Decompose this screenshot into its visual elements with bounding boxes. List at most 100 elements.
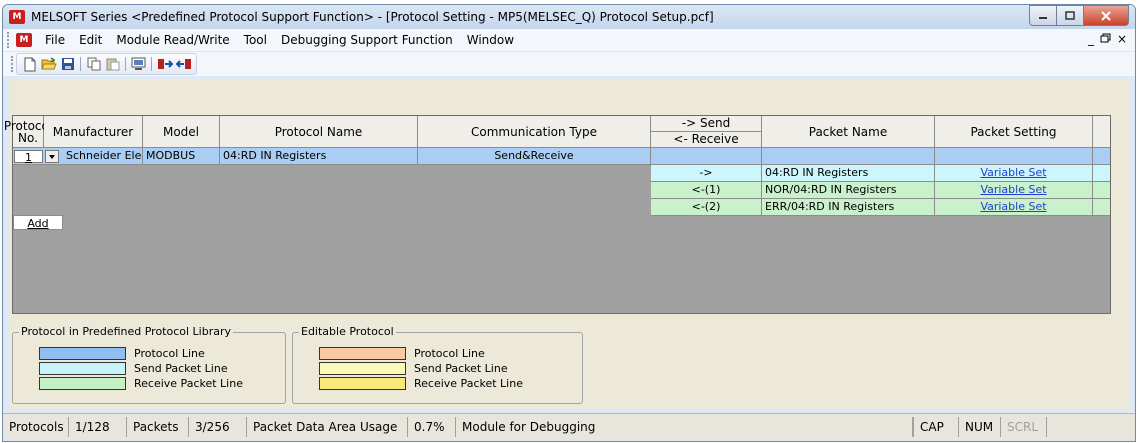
maximize-button[interactable] [1057, 5, 1084, 26]
menu-module-read-write[interactable]: Module Read/Write [109, 33, 236, 47]
maximize-icon [1065, 11, 1075, 20]
header-send-receive[interactable]: -> Send <- Receive [651, 116, 762, 148]
protocol-setting-client: Protocol No. Manufacturer Model Protocol… [4, 79, 1129, 409]
legend-swatch [39, 376, 126, 390]
legend-library-send-line: Send Packet Line [39, 361, 228, 375]
status-protocols-label: Protocols [3, 417, 69, 437]
protocol-communication-type: Send&Receive [418, 148, 651, 164]
legend-swatch [319, 346, 406, 360]
legend-swatch [319, 361, 406, 375]
melsoft-app-icon[interactable]: M [9, 10, 25, 24]
minimize-button[interactable] [1029, 5, 1057, 26]
toolbar-separator [151, 57, 152, 71]
header-receive: <- Receive [673, 132, 739, 146]
document-window-controls: _ × [1088, 32, 1127, 46]
document-minimize-button[interactable]: _ [1088, 32, 1094, 46]
legend-editable-title: Editable Protocol [299, 325, 396, 338]
document-system-menu-icon[interactable]: M [16, 33, 32, 47]
save-button[interactable] [59, 56, 76, 72]
legend-editable-send-line: Send Packet Line [319, 361, 508, 375]
legend-label: Receive Packet Line [134, 376, 243, 390]
menu-file[interactable]: File [38, 33, 72, 47]
variable-set-link[interactable]: Variable Set [980, 183, 1046, 196]
save-icon [61, 58, 74, 70]
menu-window[interactable]: Window [460, 33, 521, 47]
menu-window-label: Window [466, 33, 515, 47]
legend-label: Send Packet Line [134, 361, 228, 375]
packet-name: 04:RD IN Registers [762, 165, 935, 181]
read-from-module-button[interactable] [175, 56, 192, 72]
variable-set-link[interactable]: Variable Set [980, 200, 1046, 213]
protocol-row[interactable]: 1 Schneider Electri MODBUS 04:RD IN Regi… [13, 148, 1110, 165]
legend-swatch [319, 376, 406, 390]
menu-module-read-write-label: Module Read/Write [116, 33, 230, 47]
packet-row[interactable]: <-(2) ERR/04:RD IN Registers Variable Se… [651, 199, 1110, 216]
protocol-number-value[interactable]: 1 [14, 149, 43, 164]
header-packet-name[interactable]: Packet Name [762, 116, 935, 148]
legend-library-title: Protocol in Predefined Protocol Library [19, 325, 234, 338]
toolbar [3, 52, 1135, 76]
new-file-button[interactable] [21, 56, 38, 72]
packet-name: NOR/04:RD IN Registers [762, 182, 935, 198]
header-protocol-name[interactable]: Protocol Name [220, 116, 418, 148]
legend-library: Protocol in Predefined Protocol Library … [12, 325, 286, 404]
packet-row[interactable]: <-(1) NOR/04:RD IN Registers Variable Se… [651, 182, 1110, 199]
menu-grip-handle[interactable] [7, 32, 12, 48]
window-controls [1029, 5, 1129, 26]
menu-debugging-support-function[interactable]: Debugging Support Function [274, 33, 460, 47]
paste-icon [106, 58, 119, 71]
menu-tool-label: Tool [243, 33, 267, 47]
minimize-icon [1039, 16, 1047, 19]
paste-button[interactable] [104, 56, 121, 72]
menu-file-label: File [45, 33, 66, 47]
header-model[interactable]: Model [143, 116, 220, 148]
copy-icon [87, 57, 100, 71]
close-button[interactable] [1084, 5, 1129, 26]
header-manufacturer[interactable]: Manufacturer [44, 116, 143, 148]
write-module-icon [157, 59, 173, 69]
status-usage-value: 0.7% [408, 417, 456, 437]
packet-name: ERR/04:RD IN Registers [762, 199, 935, 215]
legend-label: Protocol Line [134, 346, 205, 360]
menu-edit[interactable]: Edit [72, 33, 109, 47]
menu-debugging-label: Debugging Support Function [280, 33, 453, 47]
read-module-icon [175, 59, 191, 69]
status-bar: Protocols 1/128 Packets 3/256 Packet Dat… [3, 413, 1135, 440]
protocol-grid: Protocol No. Manufacturer Model Protocol… [4, 115, 1111, 314]
status-scrl: SCRL [1001, 417, 1047, 437]
toolbar-separator [80, 57, 81, 71]
copy-button[interactable] [85, 56, 102, 72]
protocol-name: 04:RD IN Registers [220, 148, 418, 164]
menu-tool[interactable]: Tool [237, 33, 274, 47]
menu-edit-label: Edit [79, 33, 103, 47]
document-close-button[interactable]: × [1117, 32, 1127, 46]
title-bar[interactable]: M MELSOFT Series <Predefined Protocol Su… [3, 5, 1135, 29]
legend-editable-receive-line: Receive Packet Line [319, 376, 523, 390]
status-mode: Module for Debugging [456, 417, 913, 437]
packet-direction: -> [651, 165, 762, 181]
protocol-number-dropdown-button[interactable] [45, 149, 59, 163]
legend-label: Receive Packet Line [414, 376, 523, 390]
header-send: -> Send [651, 116, 761, 132]
legend-swatch [39, 346, 126, 360]
packet-direction: <-(1) [651, 182, 762, 198]
status-num: NUM [959, 417, 1001, 437]
header-communication-type[interactable]: Communication Type [418, 116, 651, 148]
protocol-row-direction-empty [651, 148, 762, 164]
legend-label: Send Packet Line [414, 361, 508, 375]
legend-library-protocol-line: Protocol Line [39, 346, 205, 360]
add-protocol-button[interactable]: Add [13, 215, 63, 230]
variable-set-link[interactable]: Variable Set [980, 166, 1046, 179]
header-protocol-no[interactable]: Protocol No. [4, 116, 52, 148]
header-filler [1093, 116, 1110, 148]
protocol-row-setting-empty [935, 148, 1093, 164]
window-title: MELSOFT Series <Predefined Protocol Supp… [31, 10, 714, 24]
print-preview-button[interactable] [130, 56, 147, 72]
packet-row[interactable]: -> 04:RD IN Registers Variable Set [651, 165, 1110, 182]
document-restore-button[interactable] [1100, 32, 1111, 46]
open-button[interactable] [40, 56, 57, 72]
header-packet-setting[interactable]: Packet Setting [935, 116, 1093, 148]
status-usage-label: Packet Data Area Usage [247, 417, 408, 437]
legend-swatch [39, 361, 126, 375]
write-to-module-button[interactable] [156, 56, 173, 72]
